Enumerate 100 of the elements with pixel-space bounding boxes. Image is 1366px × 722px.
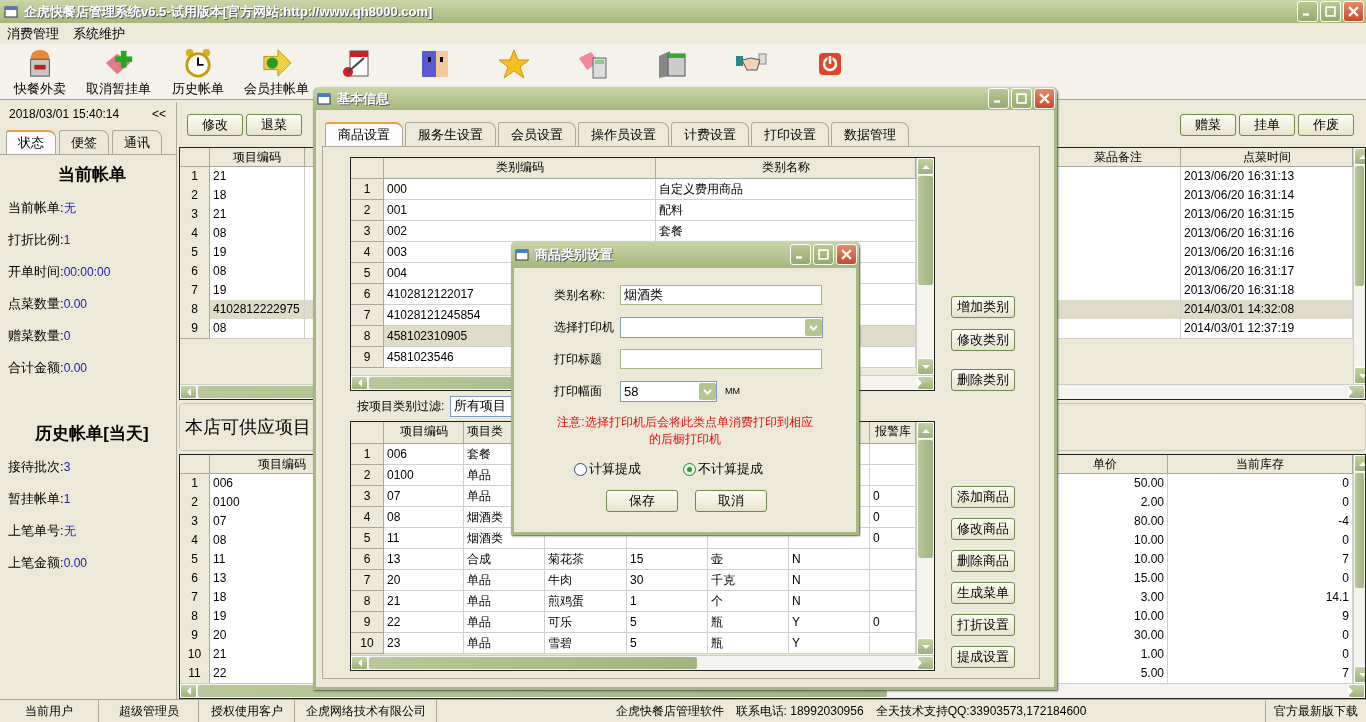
minimize-icon [1303,13,1309,16]
status-text: 授权使用客户 [210,702,283,720]
action-button[interactable]: 打折设置 [951,614,1015,636]
window-icon [515,248,529,261]
row-number: 5 [180,243,210,263]
row-number: 2 [351,200,384,221]
action-button[interactable]: 提成设置 [951,646,1015,668]
toolbar-button[interactable]: 取消暂挂单 [79,44,158,99]
action-button[interactable]: 删除商品 [951,550,1015,572]
row-number: 7 [180,281,210,301]
row-number: 2 [351,465,384,486]
scrollbar[interactable] [351,655,934,670]
minimize-button[interactable] [790,244,811,265]
action-button[interactable]: 退菜 [246,113,302,136]
dialog-title: 基本信息 [337,89,390,108]
row-number: 8 [351,591,384,612]
dropdown[interactable] [620,316,823,338]
tab[interactable]: 会员设置 [498,122,576,146]
table-cell: 瓶 [708,633,789,654]
action-button[interactable]: 修改商品 [951,518,1015,540]
toolbar-button[interactable]: 会员挂帐单 [237,44,316,99]
table-row[interactable]: 10 23 单品 雪碧 5 瓶 Y [351,633,916,654]
section-title: 历史帐单[当天] [35,423,149,445]
table-row[interactable]: 8 21 单品 煎鸡蛋 1 个 N [351,591,916,612]
collapse-button[interactable]: << [152,107,166,121]
minimize-icon [994,100,1000,103]
row-number: 5 [351,263,384,284]
minimize-button[interactable] [988,88,1009,109]
tab[interactable]: 通讯 [112,130,162,154]
dialog-button[interactable]: 取消 [695,490,767,512]
window-title: 企虎快餐店管理系统v6.5-试用版本[官方网站:http://www.qh8000.com] [24,2,434,21]
field-value: 无 [63,522,76,540]
scrollbar[interactable] [916,158,934,375]
action-button[interactable]: 生成菜单 [951,582,1015,604]
row-number: 4 [180,224,210,244]
tab[interactable]: 计费设置 [671,122,749,146]
action-button[interactable]: 修改类别 [951,329,1015,351]
row-number: 9 [351,347,384,368]
row-number: 5 [180,550,210,570]
minimize-button[interactable] [1297,1,1318,22]
close-button[interactable] [836,244,857,265]
action-button[interactable]: 增加类别 [951,296,1015,318]
radio-button[interactable]: 不计算提成 [683,460,763,478]
action-button[interactable]: 添加商品 [951,486,1015,508]
table-row[interactable]: 6 13 合成 菊花茶 15 壶 N [351,549,916,570]
row-number: 1 [180,167,210,187]
dialog-button[interactable]: 保存 [606,490,678,512]
action-button[interactable]: 作废 [1298,113,1354,136]
menu-item[interactable]: 消费管理 [7,24,59,43]
close-button[interactable] [1034,88,1055,109]
unit-label: MM [725,386,740,396]
table-row[interactable]: 7 20 单品 牛肉 30 千克 N [351,570,916,591]
dialog-title: 商品类别设置 [535,245,614,264]
scrollbar[interactable] [1353,148,1365,384]
action-button[interactable]: 挂单 [1239,113,1295,136]
tab[interactable]: 数据管理 [831,122,909,146]
tab[interactable]: 商品设置 [325,122,403,146]
maximize-icon [1325,6,1336,17]
input-field[interactable]: 烟酒类 [620,285,822,305]
table-row[interactable]: 9 22 单品 可乐 5 瓶 Y 0 [351,612,916,633]
status-text: 联系电话: 18992030956 [735,702,864,720]
close-button[interactable] [1343,1,1364,22]
maximize-button[interactable] [813,244,834,265]
toolbar-button[interactable]: 快餐外卖 [0,44,79,99]
tab[interactable]: 打印设置 [751,122,829,146]
status-text: 官方最新版下载 [1274,702,1358,720]
field-label: 点菜数量: [8,295,64,313]
maximize-button[interactable] [1011,88,1032,109]
status-text: 企虎网络技术有限公司 [305,702,426,720]
row-number: 10 [351,633,384,654]
table-row[interactable]: 1 000 自定义费用商品 [351,179,916,200]
tab[interactable]: 便签 [59,130,109,154]
close-icon [1348,6,1359,17]
radio-button[interactable]: 计算提成 [574,460,641,478]
row-number: 8 [180,300,210,320]
scrollbar[interactable] [1353,455,1365,683]
menu-item[interactable]: 系统维护 [73,24,125,43]
maximize-button[interactable] [1320,1,1341,22]
action-button[interactable]: 删除类别 [951,369,1015,391]
scrollbar[interactable] [916,422,934,655]
star-icon [497,48,530,80]
action-button[interactable]: 赠菜 [1180,113,1236,136]
table-cell: 2014/03/01 12:37:19 [1181,319,1353,339]
table-row[interactable]: 3 002 套餐 [351,221,916,242]
field-value: 无 [63,199,76,217]
field-label: 打折比例: [8,231,64,249]
tab[interactable]: 服务生设置 [405,122,496,146]
action-button[interactable]: 修改 [187,113,243,136]
status-text: 超级管理员 [118,702,179,720]
tab[interactable]: 状态 [6,130,56,154]
status-text: 全天技术支持QQ:33903573,172184600 [875,702,1087,720]
row-number: 3 [351,486,384,507]
tab[interactable]: 操作员设置 [578,122,669,146]
table-row[interactable]: 2 001 配料 [351,200,916,221]
row-number: 4 [351,242,384,263]
dropdown[interactable]: 58 [620,380,717,402]
row-number: 5 [351,528,384,549]
toolbar-button[interactable]: 历史帐单 [158,44,237,99]
input-field[interactable] [620,349,822,369]
field-label: 接待批次: [8,458,64,476]
